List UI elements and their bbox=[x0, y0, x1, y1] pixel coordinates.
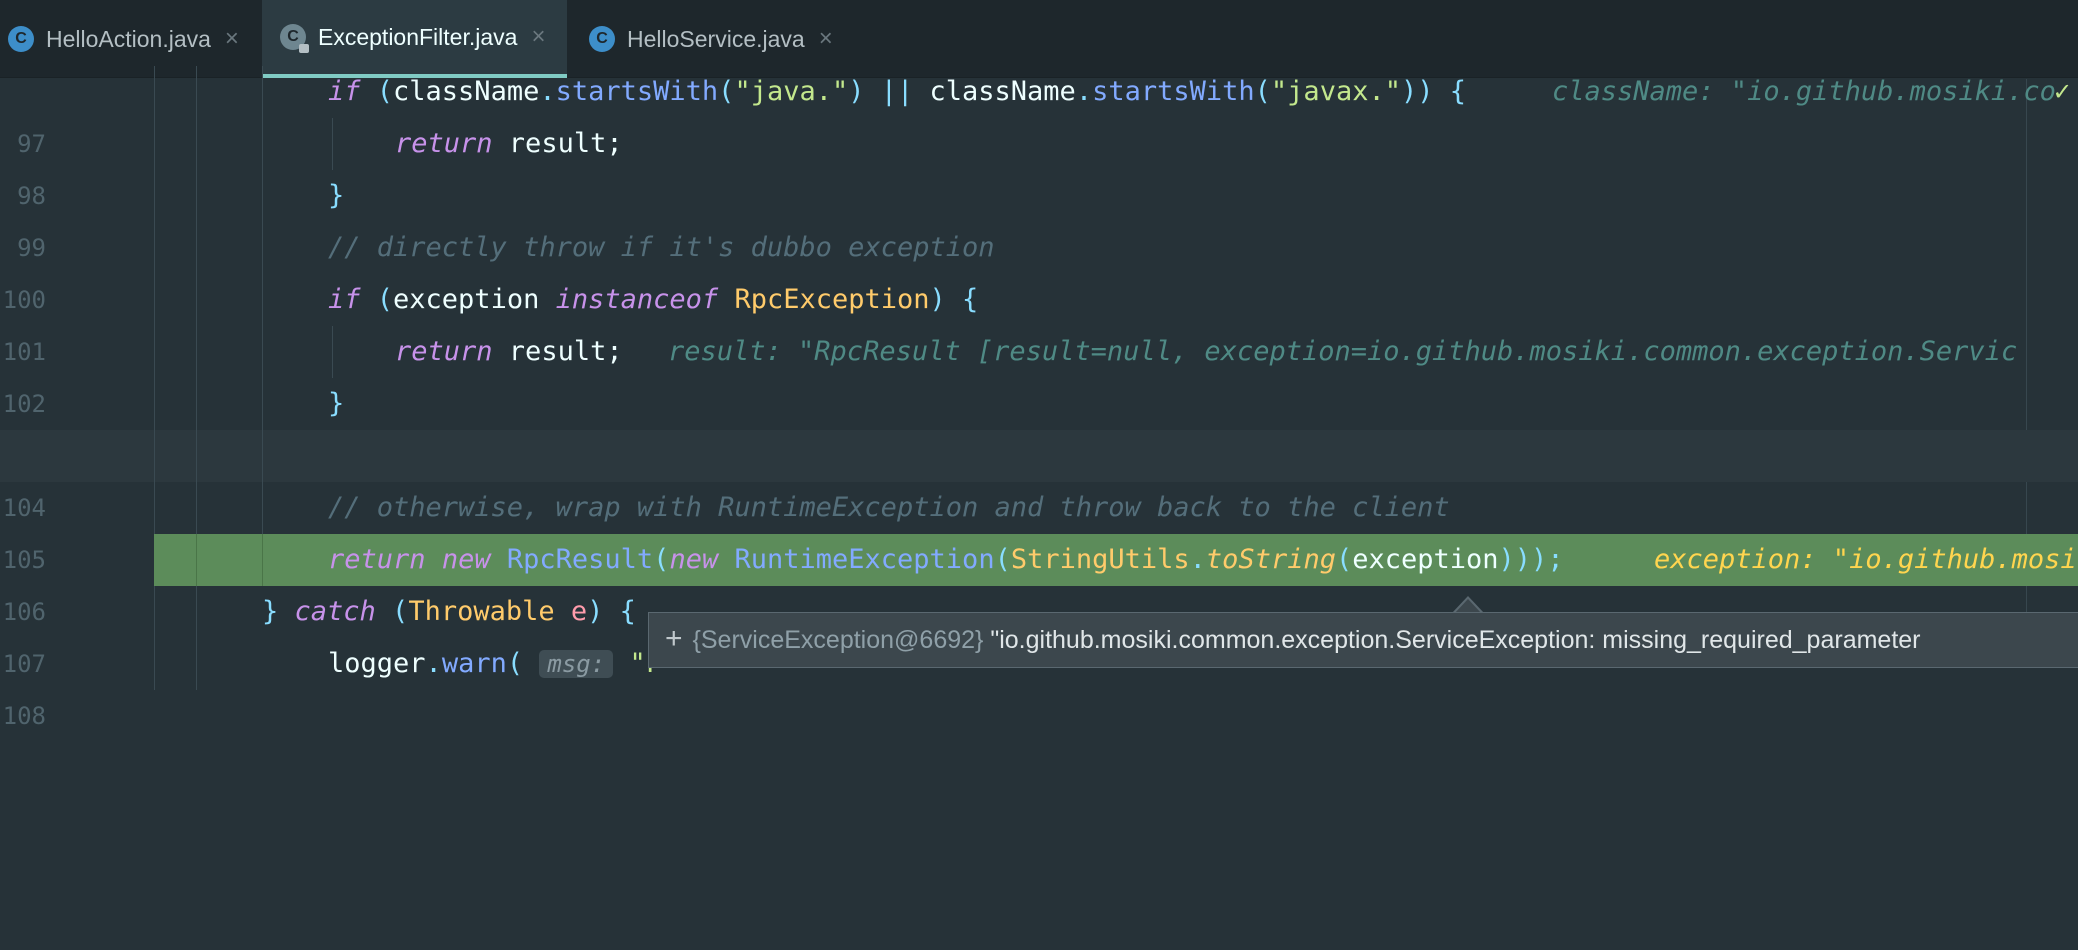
indent-guide bbox=[332, 326, 333, 378]
indent-guide bbox=[262, 326, 263, 378]
indent-guide bbox=[154, 378, 155, 430]
java-class-icon: C bbox=[589, 26, 615, 52]
indent-guide bbox=[154, 326, 155, 378]
indent-guide bbox=[262, 66, 263, 118]
code-line-102[interactable]: 102 return result; result: "RpcResult [r… bbox=[0, 326, 2078, 418]
java-class-locked-icon: C bbox=[280, 24, 309, 53]
indent-guide bbox=[154, 430, 155, 482]
indent-guide bbox=[196, 118, 197, 170]
indent-guide bbox=[196, 66, 197, 118]
indent-guide bbox=[196, 170, 197, 222]
indent-guide bbox=[262, 222, 263, 274]
indent-guide bbox=[196, 430, 197, 482]
parameter-hint: msg: bbox=[539, 650, 614, 678]
close-icon[interactable]: × bbox=[531, 25, 545, 49]
indent-guide bbox=[262, 274, 263, 326]
inline-debug-value: className: "io.github.mosiki.co bbox=[1552, 76, 2056, 107]
code-line-99[interactable]: 99 } bbox=[0, 170, 2078, 262]
code-line-104[interactable]: 104 bbox=[0, 430, 2078, 522]
indent-guide bbox=[196, 586, 197, 638]
code-text: if (className.startsWith("java.") || cla… bbox=[328, 76, 1466, 107]
line-number: 105 bbox=[2, 546, 46, 574]
indent-guide bbox=[196, 378, 197, 430]
indent-guide bbox=[196, 222, 197, 274]
check-icon: ✓ bbox=[2054, 76, 2071, 107]
indent-guide bbox=[262, 430, 263, 482]
tab-label: HelloAction.java bbox=[46, 25, 211, 52]
code-text: logger.warn( msg: "F bbox=[328, 648, 662, 679]
indent-guide bbox=[196, 326, 197, 378]
indent-guide bbox=[154, 66, 155, 118]
indent-guide bbox=[154, 274, 155, 326]
code-line-97[interactable]: 97 if (className.startsWith("java.") || … bbox=[0, 66, 2078, 158]
inline-debug-value: result: "RpcResult [result=null, excepti… bbox=[668, 336, 2018, 367]
expand-icon[interactable]: + bbox=[665, 622, 683, 655]
code-line-105[interactable]: 105 // otherwise, wrap with RuntimeExcep… bbox=[0, 482, 2078, 574]
code-text: } bbox=[328, 388, 345, 419]
inline-debug-value: exception: "io.github.mosi bbox=[1654, 544, 2077, 575]
indent-guide bbox=[154, 222, 155, 274]
indent-guide bbox=[196, 638, 197, 690]
code-line-98[interactable]: 98 return result; bbox=[0, 118, 2078, 210]
code-line-106-execution-point[interactable]: 106 return new RpcResult(new RuntimeExce… bbox=[3, 534, 2078, 626]
code-text: return result; bbox=[395, 336, 623, 367]
indent-guide bbox=[154, 118, 155, 170]
debug-value-tooltip[interactable]: + {ServiceException@6692} "io.github.mosi… bbox=[648, 612, 2078, 668]
indent-guide bbox=[332, 118, 333, 170]
indent-guide bbox=[154, 482, 155, 534]
indent-guide bbox=[262, 482, 263, 534]
indent-guide bbox=[262, 118, 263, 170]
code-text: } bbox=[328, 180, 345, 211]
indent-guide bbox=[154, 586, 155, 638]
code-editor[interactable]: 97 if (className.startsWith("java.") || … bbox=[0, 66, 2078, 730]
indent-guide bbox=[196, 534, 197, 586]
line-number: 108 bbox=[2, 702, 46, 730]
object-value: "io.github.mosiki.common.exception.Servi… bbox=[990, 626, 1921, 654]
lock-icon bbox=[299, 44, 309, 53]
indent-guide bbox=[196, 482, 197, 534]
code-line-100[interactable]: 100 // directly throw if it's dubbo exce… bbox=[0, 222, 2078, 314]
code-line-101[interactable]: 101 if (exception instanceof RpcExceptio… bbox=[0, 274, 2078, 366]
indent-guide bbox=[262, 378, 263, 430]
indent-guide bbox=[154, 638, 155, 690]
code-comment: // directly throw if it's dubbo exceptio… bbox=[328, 232, 995, 263]
close-icon[interactable]: × bbox=[819, 27, 833, 51]
object-id: {ServiceException@6692} bbox=[692, 626, 984, 654]
code-text: } catch (Throwable e) { bbox=[262, 596, 636, 627]
tab-label: HelloService.java bbox=[627, 25, 805, 52]
code-text: return new RpcResult(new RuntimeExceptio… bbox=[328, 544, 1564, 575]
code-text: if (exception instanceof RpcException) { bbox=[328, 284, 979, 315]
indent-guide bbox=[154, 170, 155, 222]
java-class-icon: C bbox=[8, 26, 34, 52]
code-text: return result; bbox=[395, 128, 623, 159]
close-icon[interactable]: × bbox=[225, 27, 239, 51]
indent-guide bbox=[262, 170, 263, 222]
code-comment: // otherwise, wrap with RuntimeException… bbox=[328, 492, 1450, 523]
code-line-103[interactable]: 103 } bbox=[0, 378, 2078, 470]
indent-guide bbox=[196, 274, 197, 326]
indent-guide bbox=[262, 534, 263, 586]
tab-label: ExceptionFilter.java bbox=[318, 23, 518, 50]
